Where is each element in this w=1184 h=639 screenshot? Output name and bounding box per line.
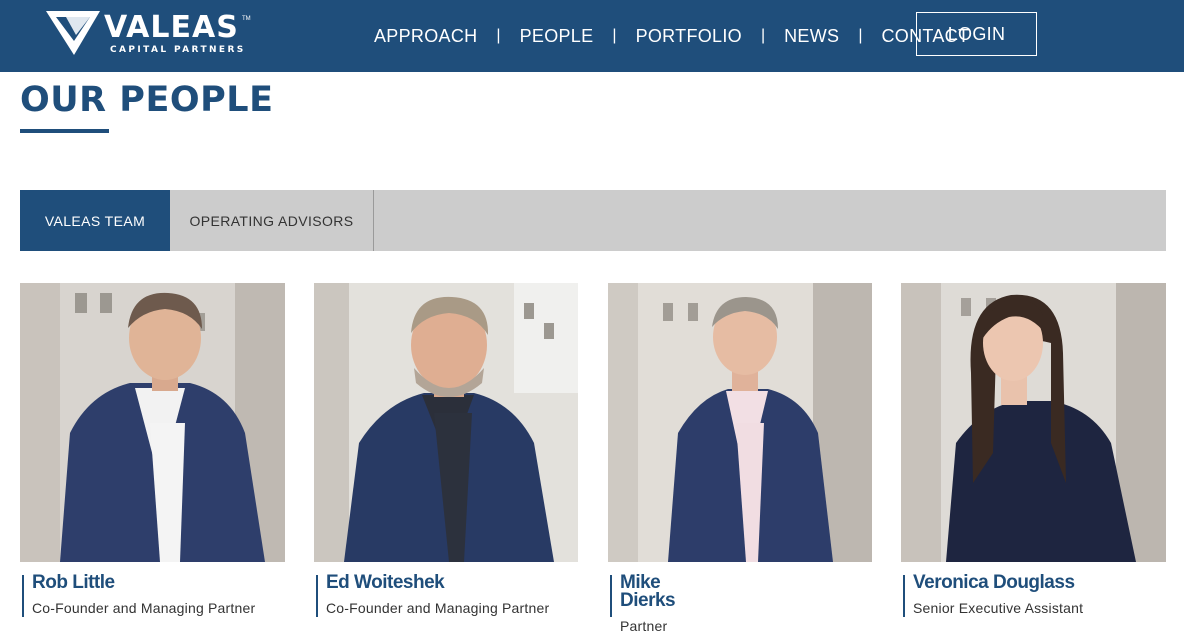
person-role: Co-Founder and Managing Partner <box>326 600 550 616</box>
logo-trademark: TM <box>242 16 251 22</box>
nav-separator: | <box>496 27 501 44</box>
person-photo[interactable] <box>608 283 872 562</box>
person-photo-image <box>20 283 285 562</box>
person-info: Ed Woiteshek Co-Founder and Managing Par… <box>316 573 550 617</box>
nav-news[interactable]: NEWS <box>784 0 839 72</box>
person-name[interactable]: Rob Little <box>32 573 255 592</box>
nav-separator: | <box>612 27 617 44</box>
nav-approach[interactable]: APPROACH <box>374 0 477 72</box>
logo-subtitle: CAPITAL PARTNERS <box>110 45 246 55</box>
nav-people[interactable]: PEOPLE <box>520 0 594 72</box>
site-header: VALEAS TM CAPITAL PARTNERS APPROACH | PE… <box>0 0 1184 72</box>
logo-wordmark: VALEAS <box>104 10 239 45</box>
nav-separator: | <box>760 27 766 44</box>
person-name[interactable]: Veronica Douglass <box>913 573 1083 592</box>
person-info: Rob Little Co-Founder and Managing Partn… <box>22 573 256 617</box>
nav-portfolio[interactable]: PORTFOLIO <box>636 0 742 72</box>
page-title: OUR PEOPLE <box>20 80 274 120</box>
tab-operating-advisors[interactable]: OPERATING ADVISORS <box>170 190 374 251</box>
person-photo-image <box>608 283 872 562</box>
tab-valeas-team[interactable]: VALEAS TEAM <box>20 190 170 251</box>
logo[interactable]: VALEAS TM CAPITAL PARTNERS <box>46 10 256 58</box>
logo-v-mark-icon <box>46 11 100 55</box>
person-name[interactable]: Ed Woiteshek <box>326 573 549 592</box>
person-photo[interactable] <box>20 283 285 562</box>
person-photo[interactable] <box>901 283 1166 562</box>
person-info: Mike Dierks Partner <box>610 573 676 634</box>
person-name[interactable]: Mike Dierks <box>620 573 676 610</box>
main-nav: APPROACH | PEOPLE | PORTFOLIO | NEWS | C… <box>374 0 969 72</box>
person-photo-image <box>314 283 578 562</box>
person-info: Veronica Douglass Senior Executive Assis… <box>903 573 1084 617</box>
person-role: Co-Founder and Managing Partner <box>32 600 256 616</box>
login-button[interactable]: LOGIN <box>916 12 1037 56</box>
title-underline <box>20 129 109 133</box>
person-role: Senior Executive Assistant <box>913 600 1084 616</box>
person-photo-image <box>901 283 1166 562</box>
person-role: Partner <box>620 618 668 634</box>
nav-separator: | <box>858 27 863 44</box>
team-tab-bar: VALEAS TEAM OPERATING ADVISORS <box>20 190 1166 251</box>
person-photo[interactable] <box>314 283 578 562</box>
